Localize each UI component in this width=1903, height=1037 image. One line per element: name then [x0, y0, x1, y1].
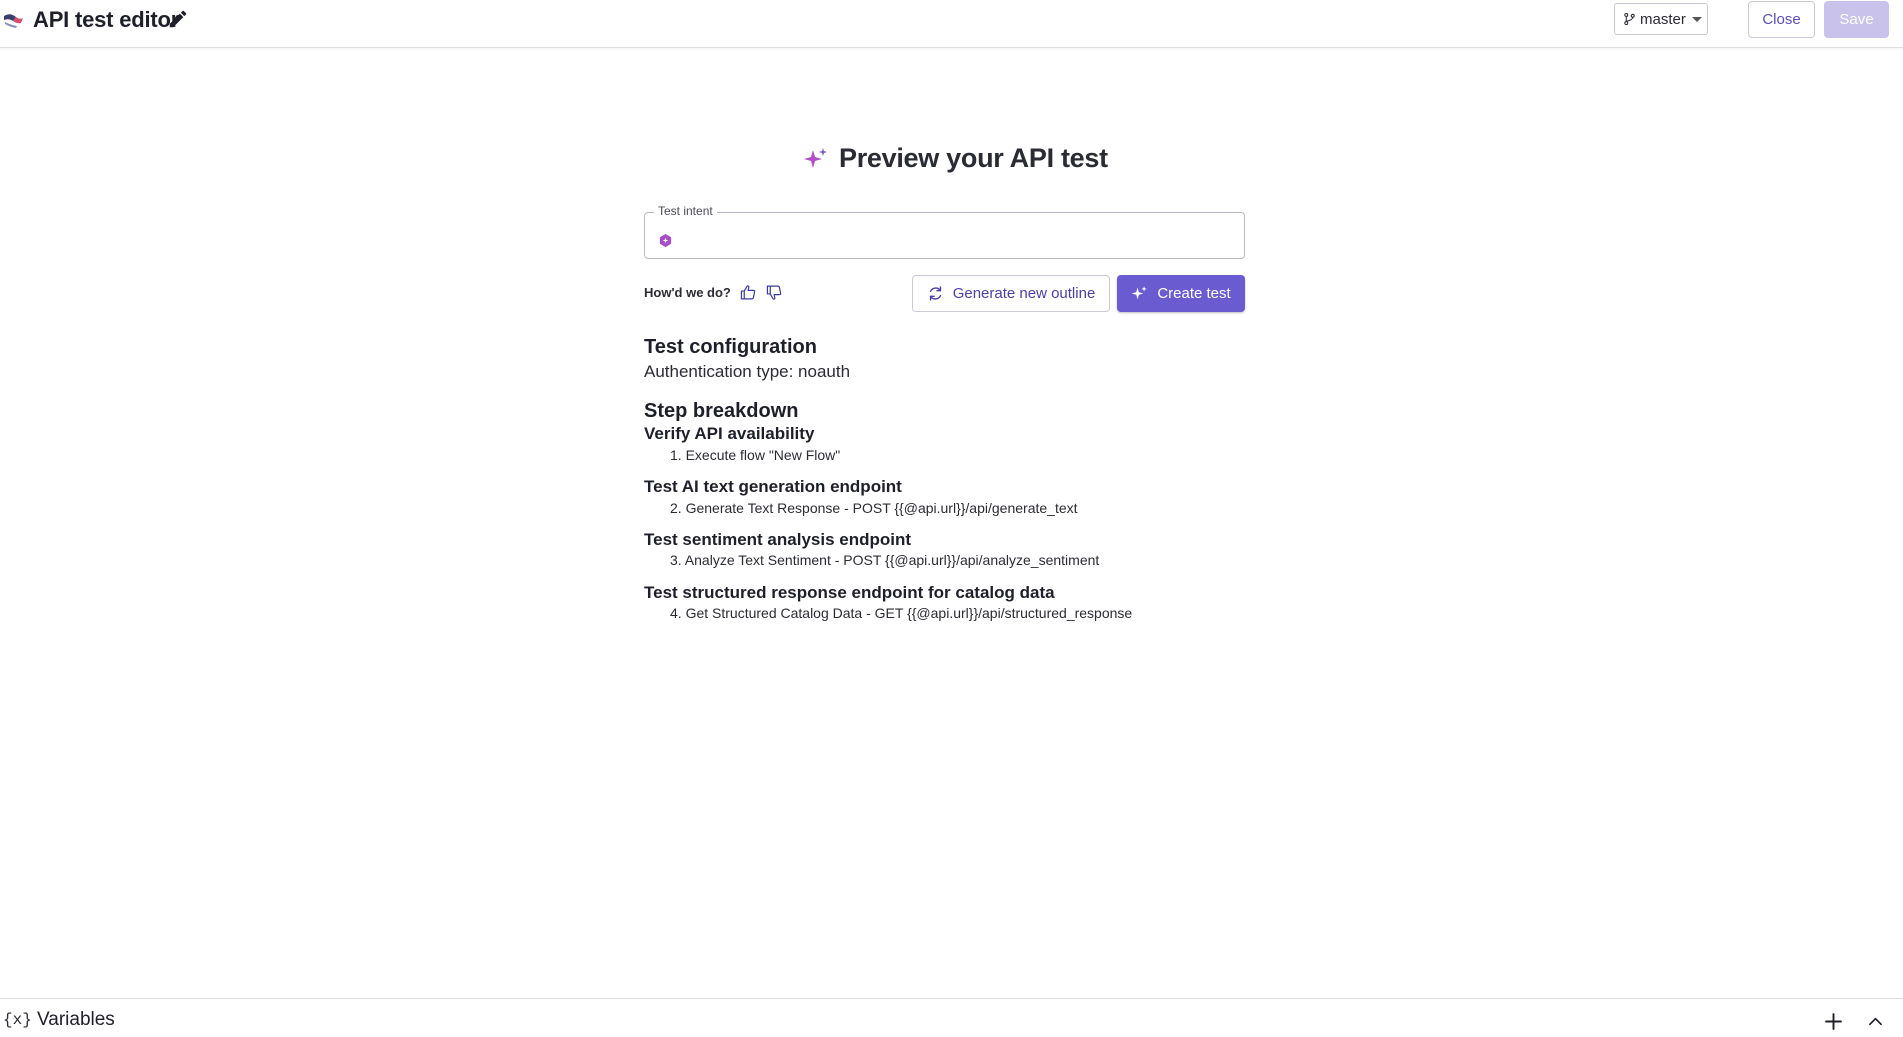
create-test-label: Create test [1157, 285, 1231, 302]
generate-outline-button[interactable]: Generate new outline [912, 275, 1110, 312]
top-bar: API test editor master Close Save [0, 0, 1903, 48]
step-group-title: Test AI text generation endpoint [644, 477, 902, 496]
feedback-label: How'd we do? [644, 285, 731, 300]
step-group-title: Test structured response endpoint for ca… [644, 583, 1055, 602]
refresh-icon [929, 286, 941, 301]
step-group-title: Test sentiment analysis endpoint [644, 530, 912, 549]
step-breakdown-heading: Step breakdown [644, 400, 799, 422]
step-item: 4. Get Structured Catalog Data - GET {{@… [670, 605, 1133, 621]
git-branch-icon [1624, 12, 1635, 26]
variables-icon: {x} [3, 1011, 32, 1029]
create-test-button[interactable]: Create test [1117, 275, 1245, 312]
variables-label: Variables [37, 1009, 115, 1030]
save-button[interactable]: Save [1824, 1, 1889, 38]
thumbs-up-icon[interactable] [740, 284, 757, 301]
step-group-title: Verify API availability [644, 424, 815, 443]
variables-panel-bar[interactable]: {x} Variables [0, 998, 1903, 1037]
test-configuration-heading: Test configuration [644, 336, 817, 358]
step-item: 1. Execute flow "New Flow" [670, 447, 841, 463]
step-item: 2. Generate Text Response - POST {{@api.… [670, 500, 1078, 516]
close-button[interactable]: Close [1748, 1, 1815, 38]
app-logo-icon [4, 14, 23, 28]
sparkle-icon [1131, 286, 1148, 300]
plus-icon[interactable] [1825, 1013, 1842, 1030]
generate-outline-label: Generate new outline [952, 285, 1096, 302]
test-intent-input[interactable] [681, 225, 1231, 251]
sparkle-icon [804, 147, 827, 168]
test-intent-field: Test intent [644, 204, 1245, 259]
pencil-icon[interactable] [167, 8, 189, 30]
page-title: Preview your API test [839, 143, 1108, 173]
ai-hexagon-icon [659, 233, 672, 248]
chevron-up-icon[interactable] [1868, 1014, 1883, 1029]
step-item: 3. Analyze Text Sentiment - POST {{@api.… [670, 552, 1100, 568]
preview-header: Preview your API test [803, 143, 1108, 174]
app-title: API test editor [33, 7, 180, 32]
feedback-row: How'd we do? [644, 284, 783, 301]
thumbs-down-icon[interactable] [766, 284, 783, 301]
branch-select[interactable]: master [1614, 3, 1708, 35]
branch-label: master [1640, 10, 1686, 28]
chevron-down-icon [1691, 16, 1702, 22]
auth-type-text: Authentication type: noauth [644, 362, 851, 381]
test-intent-label: Test intent [654, 204, 717, 218]
